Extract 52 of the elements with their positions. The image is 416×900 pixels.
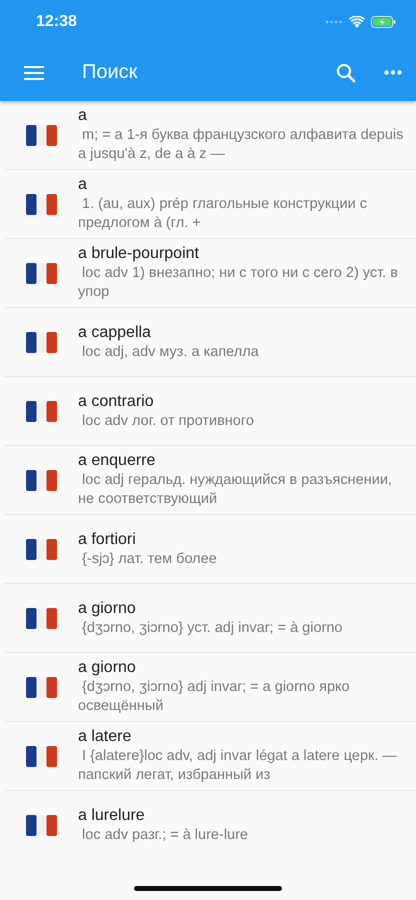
definition-text: {-sjɔ} лат. тем более [81, 550, 218, 568]
result-row[interactable]: a m; = a 1-я буква французского алфавита depuis a jusqu'à z, de a à z — [4, 101, 416, 170]
flag-icon [26, 400, 56, 422]
headword: a giorno [78, 598, 137, 618]
result-row[interactable]: a brule-pourpoint loc adv 1) внезапно; ни с того ни с сего 2) уст. в упор [4, 239, 416, 308]
headword: a brule-pourpoint [78, 244, 200, 264]
headword: a giorno [78, 658, 137, 678]
flag-icon [26, 262, 56, 284]
headword: a fortiori [78, 530, 137, 550]
headword: a cappella [78, 322, 152, 342]
more-icon [384, 70, 402, 75]
result-row[interactable]: a enquerre loc adj геральд. нуждающийся в разъяснении, не соответствующий [4, 446, 416, 515]
definition-text: m; = a 1-я буква французского алфавита depuis a jusqu'à z, de a à z — [78, 126, 404, 164]
status-time: 12:38 [36, 13, 77, 31]
flag-icon [26, 538, 56, 560]
result-row[interactable]: a contrario loc adv лог. от противного [4, 377, 416, 446]
headword: a contrario [78, 392, 155, 412]
result-row[interactable]: a latere I {alatere}loc adv, adj invar légat a latere церк. — папский легат, избранный из [4, 722, 416, 791]
definition-text: loc adv 1) внезапно; ни с того ни с сего 2) уст. в упор [78, 264, 399, 302]
result-row[interactable]: a giorno {dʒɔrno, ʒiɔrno} уст. adj invar; = à giorno [4, 584, 416, 653]
headword: a enquerre [78, 451, 156, 471]
result-row[interactable]: a lurelure loc adv разг.; = à lure-lure [4, 791, 416, 860]
flag-icon [26, 746, 56, 766]
definition-text: {dʒɔrno, ʒiɔrno} уст. adj invar; = à giorno [81, 618, 344, 638]
definition-text: 1. (au, aux) prép глагольные конструкции с предлогом à (гл. + [78, 195, 368, 233]
definition-text: loc adj, adv муз. а капелла [81, 342, 260, 362]
flag-icon [26, 676, 56, 698]
definition-text: I {alatere}loc adv, adj invar légat a latere церк. — папский легат, избранный из [78, 747, 398, 785]
definition-text: loc adv лог. от противного [81, 412, 255, 430]
flag-icon [26, 608, 56, 628]
flag-icon [26, 194, 56, 214]
result-row[interactable]: a fortiori {-sjɔ} лат. тем более [4, 515, 416, 584]
flag-icon [26, 470, 56, 490]
flag-icon [26, 332, 56, 352]
headword: a lurelure [78, 806, 146, 826]
definition-text: loc adv разг.; = à lure-lure [81, 826, 249, 845]
wifi-icon [349, 16, 365, 28]
flag-icon [26, 815, 56, 836]
definition-text: loc adj геральд. нуждающийся в разъяснении, не соответствующий [78, 471, 393, 509]
result-row[interactable]: a 1. (au, aux) prép глагольные конструкции с предлогом à (гл. + [4, 170, 416, 239]
result-row[interactable]: a giorno {dʒɔrno, ʒiɔrno} adj invar; = a giorno ярко освещённый [4, 653, 416, 722]
flag-icon [26, 124, 56, 146]
headword: a [78, 106, 88, 126]
headword: a latere [78, 727, 132, 747]
battery-charging-icon [371, 16, 396, 28]
app-bar-title: Поиск [82, 61, 138, 84]
search-icon [336, 62, 356, 82]
signal-icon [325, 20, 343, 24]
headword: a [78, 175, 88, 195]
result-row[interactable]: a cappella loc adj, adv муз. а капелла [4, 308, 416, 377]
definition-text: {dʒɔrno, ʒiɔrno} adj invar; = a giorno ярко освещённый [78, 678, 351, 716]
menu-icon [24, 66, 44, 80]
